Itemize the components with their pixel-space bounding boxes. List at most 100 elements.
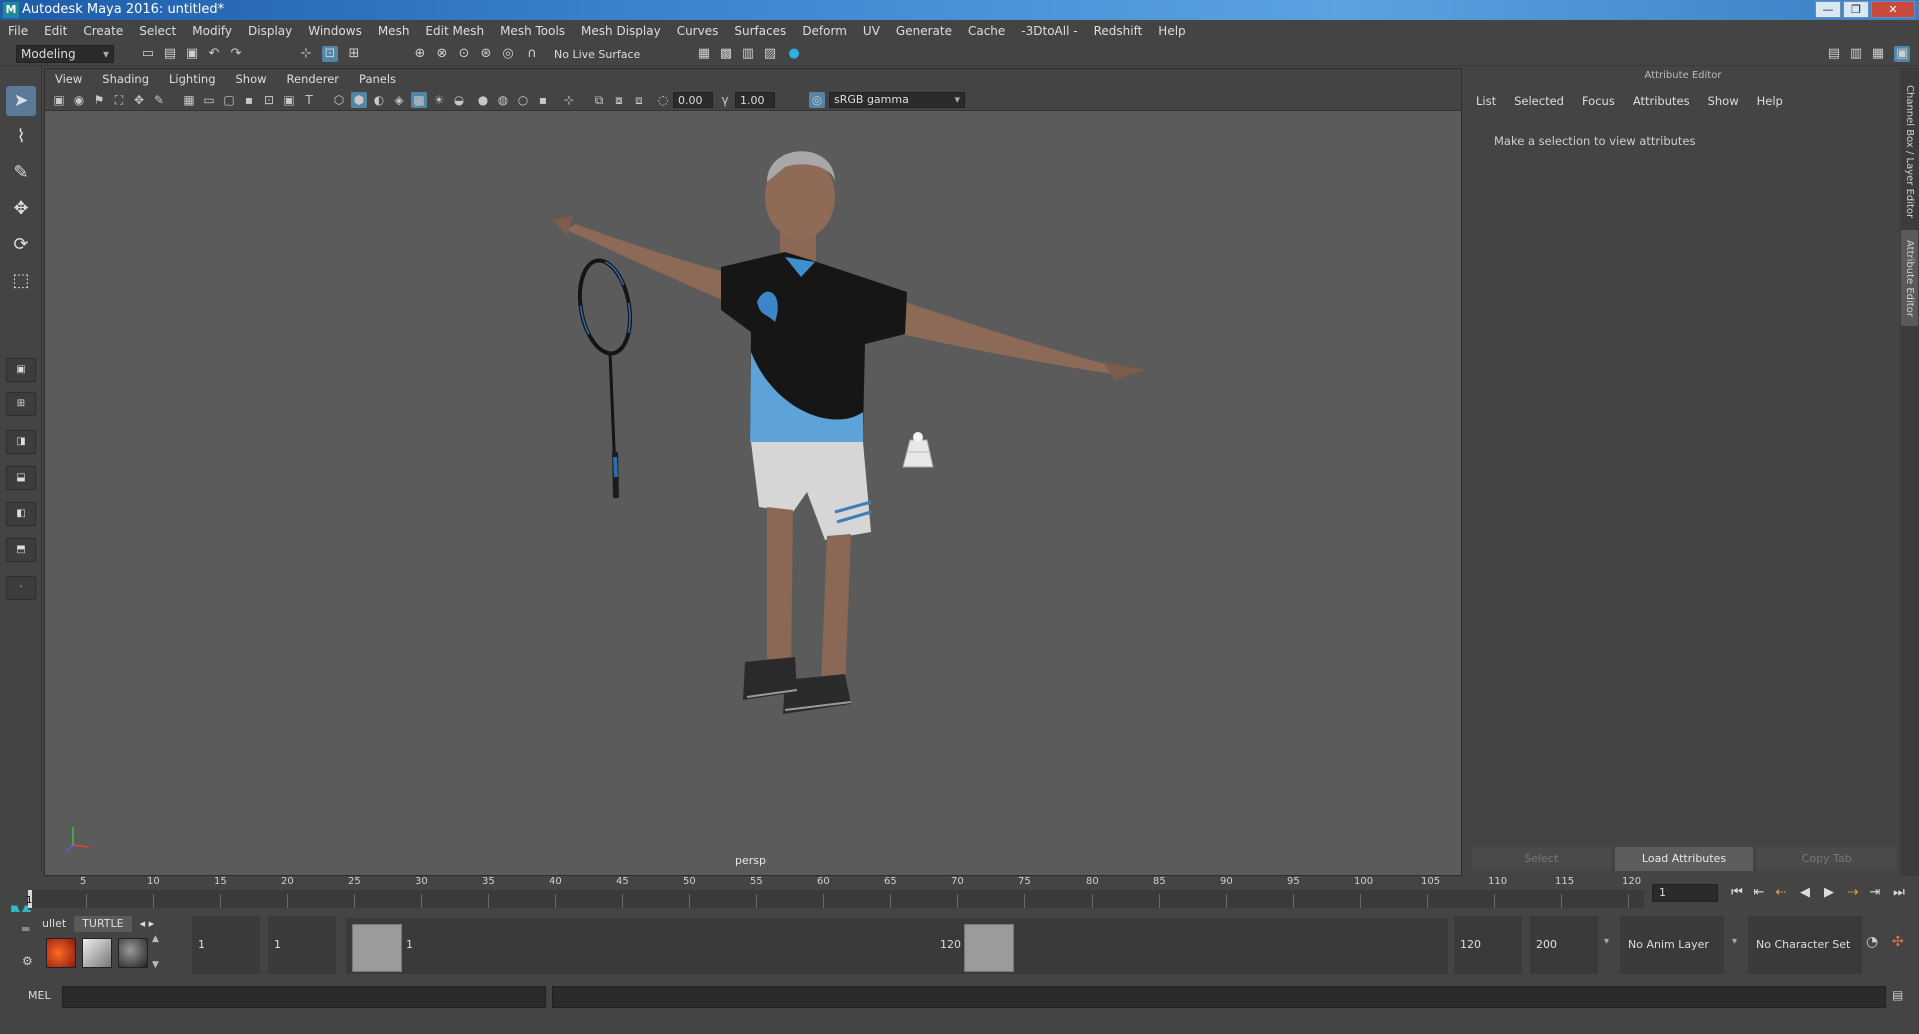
menu-modify[interactable]: Modify [192,24,232,38]
menu-help[interactable]: Help [1158,24,1185,38]
3d-viewport[interactable]: persp [45,112,1461,875]
playback-start-field[interactable]: 1 [268,916,336,974]
go-to-end-icon[interactable]: ⏭ [1890,884,1908,902]
channel-box-tab[interactable]: Channel Box / Layer Editor [1901,82,1918,222]
animation-end-field[interactable]: 200 [1530,916,1598,974]
play-forwards-icon[interactable]: ▶ [1820,884,1838,902]
shelf-up-icon[interactable]: ▲ [152,934,159,944]
ambient-occlusion-icon[interactable]: ● [475,92,491,108]
menu-surfaces[interactable]: Surfaces [734,24,786,38]
depth-of-field-icon[interactable]: ▪ [535,92,551,108]
render-settings-icon[interactable]: ▨ [762,46,778,62]
time-slider-track[interactable] [28,890,1644,908]
shelf-menu-icon[interactable]: ═ [22,922,29,936]
menu-3dtoall[interactable]: -3DtoAll - [1021,24,1077,38]
play-backwards-icon[interactable]: ◀ [1796,884,1814,902]
paint-select-icon[interactable]: ✎ [6,158,36,188]
menu-edit[interactable]: Edit [44,24,67,38]
panel-menu-shading[interactable]: Shading [102,72,149,86]
camera-attributes-icon[interactable]: ◉ [71,92,87,108]
menu-display[interactable]: Display [248,24,292,38]
close-button[interactable]: ✕ [1871,1,1915,18]
redo-icon[interactable]: ↷ [228,46,244,62]
rotate-tool-icon[interactable]: ⟳ [6,230,36,260]
gate-mask-icon[interactable]: ▪ [241,92,257,108]
menu-cache[interactable]: Cache [968,24,1005,38]
persp-outliner-layout-icon[interactable]: ◨ [6,430,36,454]
wireframe-on-shaded-icon[interactable]: ◈ [391,92,407,108]
ae-menu-focus[interactable]: Focus [1582,94,1615,108]
live-surface-field[interactable]: No Live Surface [548,46,644,63]
smooth-shade-icon[interactable]: ⬢ [351,92,367,108]
select-object-icon[interactable]: ⊡ [322,46,338,62]
panel-menu-renderer[interactable]: Renderer [287,72,340,86]
hypershade-layout-icon[interactable]: ◧ [6,502,36,526]
isolate-select-icon[interactable]: ⊹ [561,92,577,108]
snap-surface-icon[interactable]: ◎ [500,46,516,62]
undo-icon[interactable]: ↶ [206,46,222,62]
shelf-tab-turtle[interactable]: TURTLE [74,916,132,932]
snap-view-icon[interactable]: ⊛ [478,46,494,62]
tool-settings-icon[interactable]: ▦ [1870,46,1886,62]
motion-blur-icon[interactable]: ◍ [495,92,511,108]
textured-icon[interactable]: ▩ [411,92,427,108]
panel-menu-view[interactable]: View [55,72,82,86]
menu-select[interactable]: Select [139,24,176,38]
panel-menu-panels[interactable]: Panels [359,72,396,86]
select-button[interactable]: Select [1472,847,1611,871]
anim-layer-dropdown[interactable]: No Anim Layer [1620,916,1724,974]
shadows-icon[interactable]: ◒ [451,92,467,108]
ae-menu-list[interactable]: List [1476,94,1496,108]
resolution-gate-icon[interactable]: ▢ [221,92,237,108]
2d-pan-zoom-icon[interactable]: ✥ [131,92,147,108]
grid-icon[interactable]: ▦ [181,92,197,108]
safe-title-icon[interactable]: T [301,92,317,108]
exposure-field[interactable]: 0.00 [673,92,713,108]
select-hierarchy-icon[interactable]: ⊹ [298,46,314,62]
current-frame-field[interactable]: 1 [1652,884,1718,902]
character-set-dropdown[interactable]: No Character Set [1748,916,1862,974]
step-forward-key-icon[interactable]: ⇥ [1866,884,1884,902]
snap-grid-icon[interactable]: ⊕ [412,46,428,62]
default-material-icon[interactable]: ◐ [371,92,387,108]
select-tool-icon[interactable]: ➤ [6,86,36,116]
ae-menu-attributes[interactable]: Attributes [1633,94,1690,108]
ipr-render-icon[interactable]: ▥ [740,46,756,62]
xray-components-icon[interactable]: ⧈ [631,92,647,108]
step-back-frame-icon[interactable]: ⇠ [1772,884,1790,902]
modeling-toolkit-icon[interactable]: ▤ [1826,46,1842,62]
menu-windows[interactable]: Windows [308,24,362,38]
ae-menu-help[interactable]: Help [1757,94,1783,108]
camera-select-icon[interactable]: ▣ [51,92,67,108]
custom-layout-icon[interactable]: · [6,576,36,600]
persp-graph-layout-icon[interactable]: ⬓ [6,466,36,490]
new-scene-icon[interactable]: ▭ [140,46,156,62]
turtle-surface-icon[interactable] [118,938,148,968]
save-scene-icon[interactable]: ▣ [184,46,200,62]
shelf-down-icon[interactable]: ▼ [152,960,159,970]
render-frame-icon[interactable]: ▩ [718,46,734,62]
range-slider[interactable]: 1 120 [346,918,1448,974]
menu-uv[interactable]: UV [863,24,880,38]
film-gate-icon[interactable]: ▭ [201,92,217,108]
single-view-layout-icon[interactable]: ▣ [6,358,36,382]
playback-end-field[interactable]: 120 [1454,916,1522,974]
animation-preferences-icon[interactable]: ✣ [1892,934,1904,950]
menu-generate[interactable]: Generate [896,24,952,38]
command-input[interactable] [62,986,546,1008]
grease-pencil-icon[interactable]: ✎ [151,92,167,108]
attribute-editor-toggle-icon[interactable]: ▥ [1848,46,1864,62]
view-transform-dropdown[interactable]: sRGB gamma [829,92,965,108]
step-back-key-icon[interactable]: ⇤ [1750,884,1768,902]
panel-menu-lighting[interactable]: Lighting [169,72,215,86]
turtle-bake-icon[interactable] [82,938,112,968]
menu-set-selector[interactable]: Modeling [16,45,114,63]
menu-mesh-display[interactable]: Mesh Display [581,24,661,38]
menu-file[interactable]: File [8,24,28,38]
menu-curves[interactable]: Curves [677,24,719,38]
auto-key-icon[interactable]: ◔ [1866,934,1878,950]
animation-start-field[interactable]: 1 [192,916,260,974]
image-plane-icon[interactable]: ⛶ [111,92,127,108]
field-chart-icon[interactable]: ⊡ [261,92,277,108]
channel-box-toggle-icon[interactable]: ▣ [1894,46,1910,62]
